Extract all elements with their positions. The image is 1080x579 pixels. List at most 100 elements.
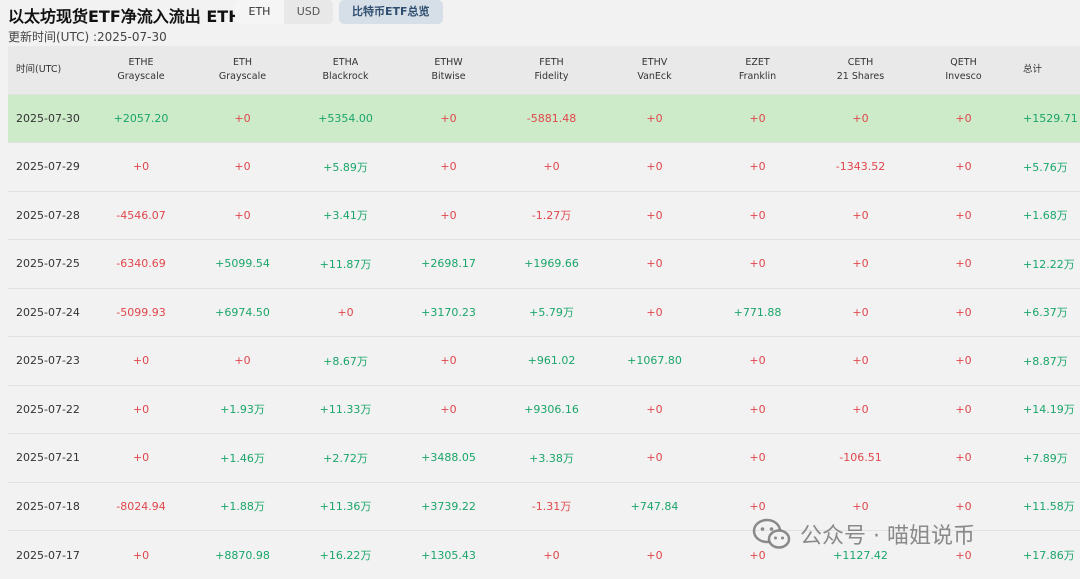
flow-cell-eth: +0 (234, 354, 251, 368)
table-row: 2025-07-24 -5099.93 +6974.50 +0 +3170.23 +5.7… (8, 288, 1080, 337)
column-ticker: ETHA (332, 56, 359, 68)
column-header-ethw: ETHW Bitwise (397, 46, 500, 94)
flow-cell-qeth: +0 (955, 111, 972, 125)
flow-cell-qeth: +0 (955, 257, 972, 271)
flow-cell-feth: +961.02 (527, 354, 576, 368)
column-issuer: Invesco (945, 70, 982, 82)
etf-flow-table-container: 时间(UTC) ETHE Grayscale ETH Grayscale ETHA Bla… (8, 46, 1080, 579)
flow-cell-ethv: +0 (646, 548, 663, 562)
flow-cell-ethw: +0 (440, 160, 457, 174)
flow-cell-eth: +0 (234, 160, 251, 174)
flow-cell-ethe: -4546.07 (116, 208, 166, 222)
flow-cell-etha: +2.72万 (323, 451, 368, 465)
table-body: 2025-07-30 +2057.20 +0 +5354.00 +0 -5881.48 +0… (8, 94, 1080, 579)
flow-cell-ethe: -6340.69 (116, 257, 166, 271)
flow-cell-ceth: -106.51 (839, 451, 882, 465)
flow-cell-feth: +9306.16 (524, 402, 579, 416)
flow-cell-ezet: +0 (749, 160, 766, 174)
flow-cell-eth: +6974.50 (215, 305, 270, 319)
flow-cell-ethw: +2698.17 (421, 257, 476, 271)
column-ticker: ETHE (128, 56, 154, 68)
row-date: 2025-07-25 (16, 257, 80, 271)
column-issuer: 21 Shares (836, 70, 885, 82)
table-row: 2025-07-28 -4546.07 +0 +3.41万 +0 -1.27万 +0 +0 +0… (8, 191, 1080, 240)
column-header-ethv: ETHV VanEck (603, 46, 706, 94)
table-row: 2025-07-25 -6340.69 +5099.54 +11.87万 +2698.1… (8, 239, 1080, 289)
flow-cell-ethv: +0 (646, 111, 663, 125)
flow-cell-etha: +11.36万 (319, 500, 372, 514)
row-total: +7.89万 (1023, 451, 1068, 465)
flow-cell-ethv: +747.84 (630, 499, 679, 513)
row-total: +14.19万 (1023, 403, 1075, 417)
flow-cell-ezet: +0 (749, 451, 766, 465)
watermark-text: 公众号 · 喵姐说币 (800, 524, 975, 549)
flow-cell-etha: +5.89万 (323, 160, 368, 174)
table-row: 2025-07-29 +0 +0 +5.89万 +0 +0 +0 +0 -1343.52 +0 +5… (8, 142, 1080, 192)
flow-cell-ethe: -5099.93 (116, 305, 166, 319)
row-total: +1.68万 (1023, 209, 1068, 223)
column-ticker: ETH (233, 56, 252, 68)
flow-cell-ezet: +0 (749, 111, 766, 125)
currency-eth-tab[interactable]: ETH (235, 0, 284, 24)
flow-cell-qeth: +0 (955, 402, 972, 416)
flow-cell-ethv: +0 (646, 208, 663, 222)
currency-toggle: ETH USD (235, 0, 333, 24)
flow-cell-feth: -1.27万 (531, 209, 572, 223)
row-total: +8.87万 (1023, 354, 1068, 368)
update-time: 更新时间(UTC) :2025-07-30 (8, 30, 167, 44)
flow-cell-feth: +3.38万 (529, 451, 574, 465)
table-row: 2025-07-21 +0 +1.46万 +2.72万 +3488.05 +3.38万 +0… (8, 433, 1080, 483)
row-date: 2025-07-30 (16, 111, 80, 125)
row-total: +17.86万 (1023, 549, 1075, 562)
column-header-ezet: EZET Franklin (706, 46, 809, 94)
column-issuer: Grayscale (117, 70, 165, 82)
wechat-icon (752, 518, 791, 549)
flow-cell-ethw: +3739.22 (421, 499, 476, 513)
flow-cell-ethv: +0 (646, 160, 663, 174)
flow-cell-qeth: +0 (955, 354, 972, 368)
currency-usd-tab[interactable]: USD (284, 0, 333, 24)
flow-cell-ceth: -1343.52 (835, 160, 886, 174)
etf-flow-table: 时间(UTC) ETHE Grayscale ETH Grayscale ETHA Bla… (8, 46, 1080, 579)
flow-cell-ethe: +0 (132, 354, 150, 368)
flow-cell-etha: +0 (337, 305, 354, 319)
flow-cell-ceth: +0 (852, 257, 869, 271)
column-issuer: Bitwise (431, 70, 466, 82)
column-issuer: Blackrock (322, 70, 369, 82)
table-row: 2025-07-30 +2057.20 +0 +5354.00 +0 -5881.48 +0… (8, 94, 1080, 143)
column-ticker: ETHW (434, 56, 463, 68)
watermark: 公众号 · 喵姐说币 (752, 518, 975, 550)
flow-cell-ezet: +0 (749, 208, 766, 222)
table-header-row: 时间(UTC) ETHE Grayscale ETH Grayscale ETHA Bla… (8, 46, 1080, 94)
flow-cell-feth: +1969.66 (524, 257, 579, 271)
flow-cell-feth: +0 (543, 548, 560, 562)
flow-cell-ethe: +0 (132, 160, 150, 174)
row-date: 2025-07-21 (16, 451, 80, 465)
flow-cell-ethw: +1305.43 (421, 548, 476, 562)
flow-cell-ezet: +0 (749, 257, 766, 271)
column-header-feth: FETH Fidelity (500, 46, 603, 94)
flow-cell-ezet: +0 (749, 354, 766, 368)
flow-cell-ethe: +0 (132, 451, 150, 465)
btc-etf-overview-button[interactable]: 比特币ETF总览 (339, 0, 443, 24)
flow-cell-eth: +0 (234, 208, 251, 222)
row-total: +6.37万 (1023, 306, 1068, 320)
flow-cell-eth: +1.93万 (220, 403, 265, 417)
flow-cell-ethe: +0 (132, 548, 150, 562)
flow-cell-feth: -5881.48 (526, 111, 577, 125)
column-header-ceth: CETH 21 Shares (809, 46, 912, 94)
flow-cell-etha: +11.87万 (319, 257, 372, 271)
flow-cell-ceth: +0 (852, 402, 869, 416)
flow-cell-qeth: +0 (955, 451, 972, 465)
row-total: +1529.71 (1023, 111, 1078, 125)
flow-cell-ethe: +0 (132, 402, 150, 416)
row-date: 2025-07-24 (16, 305, 80, 319)
flow-cell-etha: +8.67万 (323, 354, 368, 368)
flow-cell-ethw: +0 (440, 354, 457, 368)
flow-cell-qeth: +0 (955, 160, 972, 174)
column-ticker: EZET (745, 56, 770, 68)
column-issuer: VanEck (637, 70, 672, 82)
flow-cell-ethv: +0 (646, 257, 663, 271)
column-ticker: CETH (847, 56, 874, 68)
flow-cell-feth: -1.31万 (531, 500, 572, 514)
